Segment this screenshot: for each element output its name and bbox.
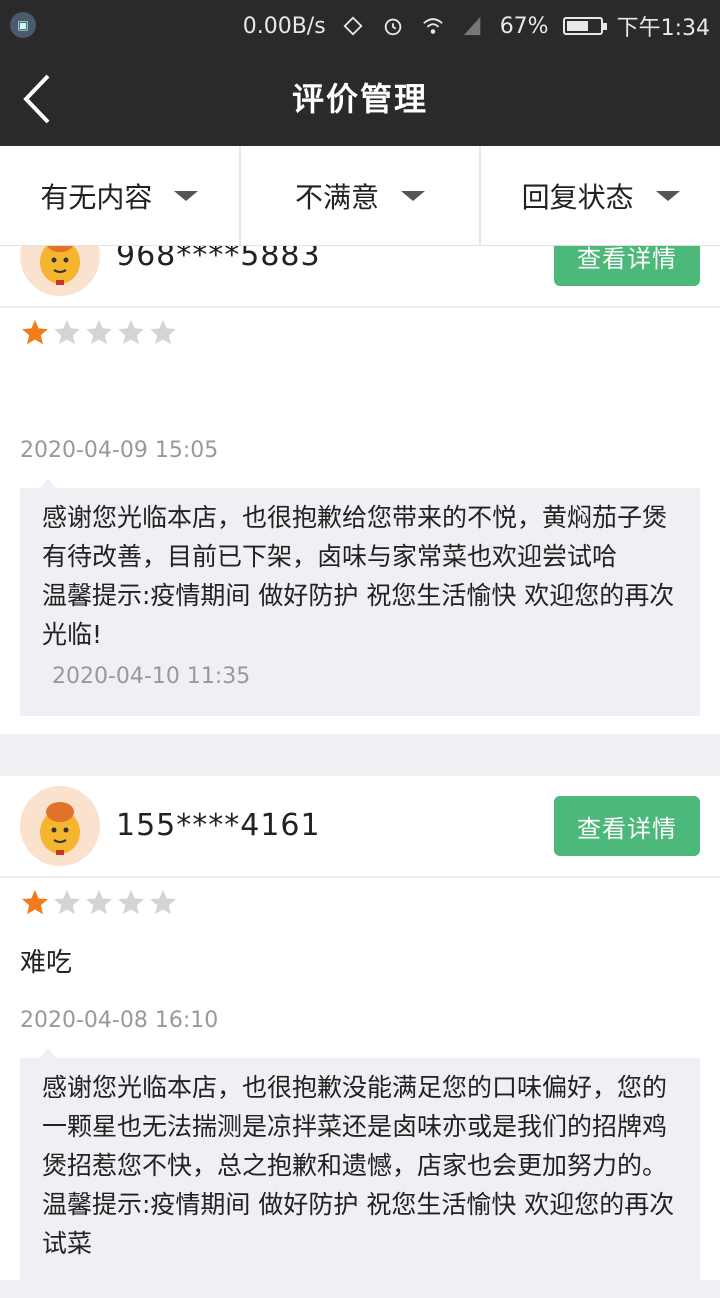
notification-icon: ▣ — [10, 12, 36, 38]
battery-fill — [566, 21, 588, 31]
star-empty-icon — [54, 889, 80, 915]
merchant-reply: 感谢您光临本店，也很抱歉给您带来的不悦，黄焖茄子煲有待改善，目前已下架，卤味与家… — [20, 478, 700, 716]
battery-icon — [562, 17, 607, 35]
filter-content-label: 有无内容 — [40, 180, 153, 214]
alarm-icon — [384, 18, 401, 36]
star-empty-icon — [86, 889, 112, 915]
review-date: 2020-04-09 15:05 — [20, 438, 219, 463]
review-header: 155****4161 查看详情 — [0, 776, 720, 878]
status-bar: ▣ 0.00B/s 67% 下午1:34 — [0, 0, 720, 52]
filter-satisfaction[interactable]: 不满意 — [241, 146, 482, 245]
filter-bar: 有无内容 不满意 回复状态 — [0, 146, 720, 246]
caret-down-icon — [401, 190, 426, 201]
merchant-reply: 感谢您光临本店，也很抱歉没能满足您的口味偏好，您的一颗星也无法揣测是凉拌菜还是卤… — [20, 1048, 700, 1298]
battery-percent: 67% — [499, 13, 549, 39]
star-empty-icon — [118, 319, 144, 345]
filter-reply-status-label: 回复状态 — [521, 180, 634, 214]
star-rating — [20, 318, 178, 348]
caret-down-icon — [655, 190, 680, 201]
caret-down-icon — [174, 190, 199, 201]
reply-text: 感谢您光临本店，也很抱歉给您带来的不悦，黄焖茄子煲有待改善，目前已下架，卤味与家… — [42, 503, 675, 649]
star-empty-icon — [150, 889, 176, 915]
star-filled-icon — [22, 889, 48, 915]
view-details-button[interactable]: 查看详情 — [554, 796, 700, 856]
filter-reply-status[interactable]: 回复状态 — [481, 146, 720, 245]
customer-phone: 155****4161 — [116, 808, 321, 843]
app-bar: 评价管理 — [0, 52, 720, 146]
filter-satisfaction-label: 不满意 — [295, 180, 380, 214]
reply-text: 感谢您光临本店，也很抱歉没能满足您的口味偏好，您的一颗星也无法揣测是凉拌菜还是卤… — [42, 1073, 675, 1258]
wifi-icon — [422, 18, 443, 34]
star-rating — [20, 888, 178, 918]
star-empty-icon — [86, 319, 112, 345]
review-card: 155****4161 查看详情 难吃 2020-04-08 16:10 感谢您… — [0, 776, 720, 1298]
clock: 下午1:34 — [616, 16, 710, 41]
star-empty-icon — [54, 319, 80, 345]
status-right: 0.00B/s 67% 下午1:34 — [243, 0, 710, 52]
page-title: 评价管理 — [291, 80, 428, 118]
review-date: 2020-04-08 16:10 — [20, 1008, 219, 1033]
rotate-icon — [343, 16, 363, 36]
star-empty-icon — [118, 889, 144, 915]
review-comment: 难吃 — [20, 948, 73, 978]
avatar — [20, 786, 100, 866]
review-card: 968****5883 查看详情 2020-04-09 15:05 感谢您光临本… — [0, 206, 720, 734]
signal-icon — [463, 16, 481, 36]
star-filled-icon — [22, 319, 48, 345]
reply-date: 2020-04-10 11:35 — [52, 664, 251, 689]
net-speed: 0.00B/s — [242, 13, 326, 39]
star-empty-icon — [150, 319, 176, 345]
filter-content[interactable]: 有无内容 — [0, 146, 241, 245]
